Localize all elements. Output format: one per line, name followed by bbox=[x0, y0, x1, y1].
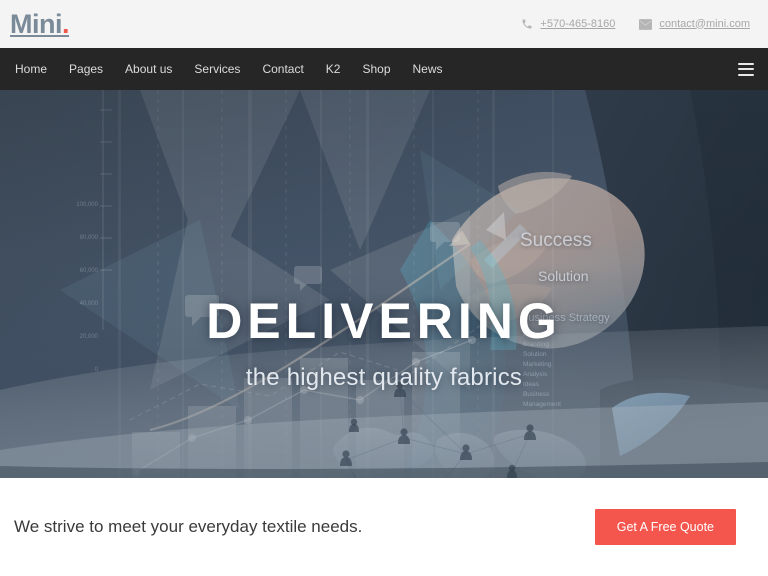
main-navigation: Home Pages About us Services Contact K2 … bbox=[0, 48, 768, 90]
keyword: Management bbox=[523, 401, 561, 409]
nav-item-contact[interactable]: Contact bbox=[251, 48, 314, 90]
axis-label: 100,000 bbox=[76, 202, 98, 208]
nav-link-home[interactable]: Home bbox=[4, 48, 58, 90]
get-a-free-quote-button[interactable]: Get A Free Quote bbox=[594, 509, 736, 545]
axis-label: 60,000 bbox=[79, 268, 98, 274]
logo-dot: . bbox=[62, 8, 70, 39]
hero-headline: DELIVERING bbox=[206, 293, 562, 349]
nav-item-news[interactable]: News bbox=[402, 48, 454, 90]
nav-item-shop[interactable]: Shop bbox=[351, 48, 401, 90]
phone-icon bbox=[521, 18, 533, 30]
nav-item-pages[interactable]: Pages bbox=[58, 48, 114, 90]
nav-item-home[interactable]: Home bbox=[4, 48, 58, 90]
email-address: contact@mini.com bbox=[659, 17, 750, 30]
phone-contact[interactable]: +570-465-8160 bbox=[521, 18, 615, 30]
nav-link-pages[interactable]: Pages bbox=[58, 48, 114, 90]
email-contact[interactable]: contact@mini.com bbox=[639, 17, 750, 30]
hero-subheadline: the highest quality fabrics bbox=[245, 364, 523, 391]
hero-overlay bbox=[0, 90, 768, 478]
logo-text: Mini bbox=[10, 8, 63, 39]
overlay-label-solution: Solution bbox=[538, 268, 589, 284]
site-logo[interactable]: Mini. bbox=[10, 8, 70, 39]
nav-link-shop[interactable]: Shop bbox=[351, 48, 401, 90]
hamburger-line bbox=[738, 68, 754, 70]
hamburger-line bbox=[738, 62, 754, 65]
phone-number: +570-465-8160 bbox=[540, 17, 616, 30]
nav-link-services[interactable]: Services bbox=[183, 48, 251, 90]
hamburger-line bbox=[738, 73, 754, 76]
envelope-icon bbox=[639, 18, 653, 30]
cta-section: We strive to meet your everyday textile … bbox=[0, 478, 768, 576]
contact-info-group: +570-465-8160 contact@mini.com bbox=[521, 18, 756, 30]
nav-menu: Home Pages About us Services Contact K2 … bbox=[4, 48, 454, 90]
hero-banner: 100,000 80,000 60,000 40,000 20,000 0 Su… bbox=[0, 90, 768, 478]
top-bar: Mini. +570-465-8160 contact@mini.com bbox=[0, 0, 768, 48]
overlay-label-success: Success bbox=[520, 230, 592, 251]
hamburger-icon[interactable] bbox=[738, 62, 754, 76]
nav-link-about-us[interactable]: About us bbox=[114, 48, 183, 90]
nav-link-k2[interactable]: K2 bbox=[315, 48, 352, 90]
nav-link-news[interactable]: News bbox=[402, 48, 454, 90]
nav-item-services[interactable]: Services bbox=[183, 48, 251, 90]
nav-item-about-us[interactable]: About us bbox=[114, 48, 183, 90]
cta-headline: We strive to meet your everyday textile … bbox=[14, 517, 363, 536]
nav-item-k2[interactable]: K2 bbox=[315, 48, 352, 90]
axis-label: 80,000 bbox=[79, 235, 98, 241]
nav-link-contact[interactable]: Contact bbox=[251, 48, 314, 90]
hero-text-block: DELIVERING the highest quality fabrics bbox=[0, 296, 768, 392]
